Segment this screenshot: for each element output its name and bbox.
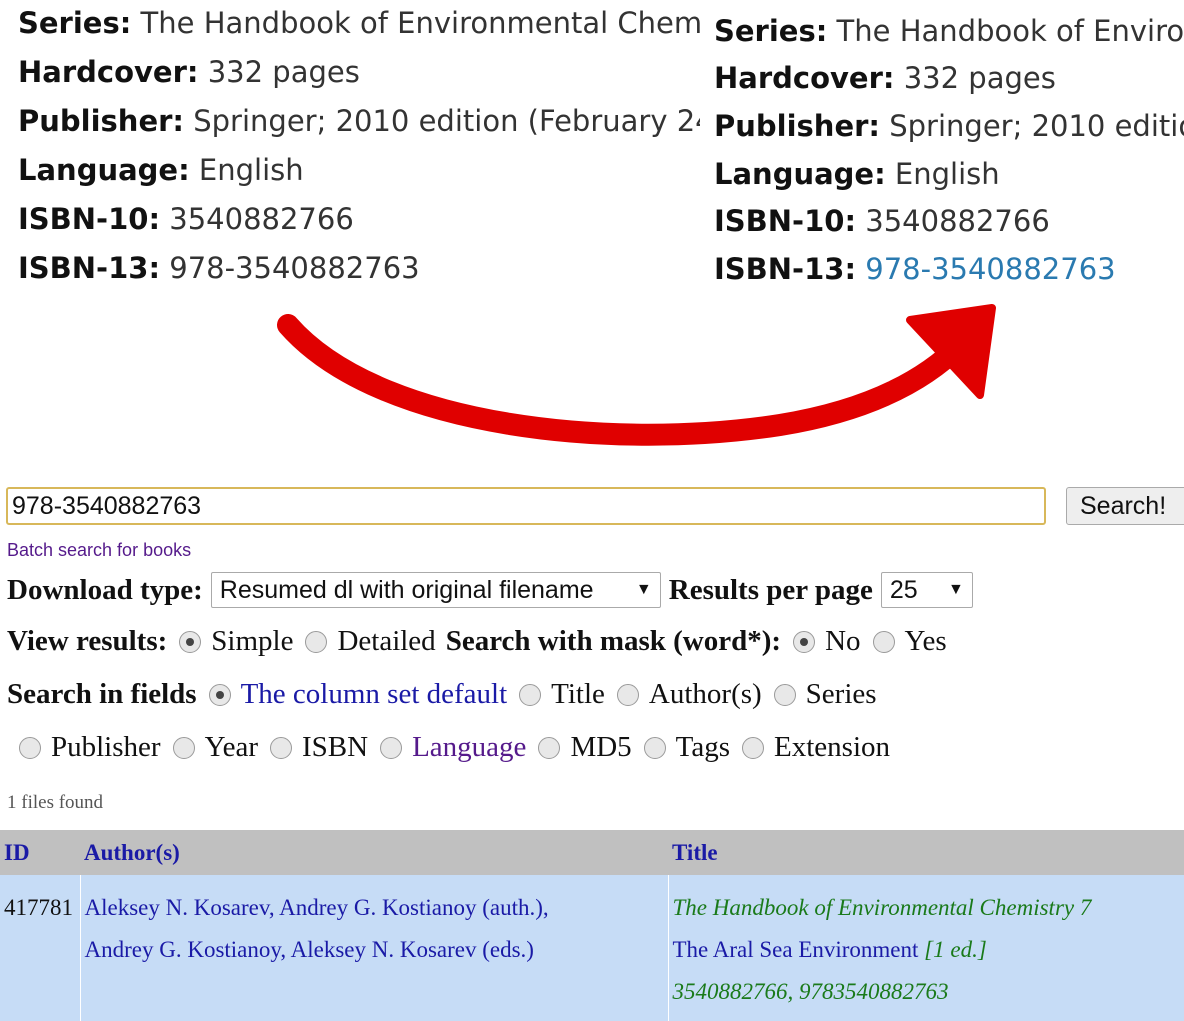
field-title-label: Title	[551, 678, 605, 710]
detail-isbn10: ISBN-10: 3540882766	[18, 202, 354, 236]
radio-view-simple[interactable]	[179, 630, 202, 653]
results-table: ID Author(s) Title 417781 Aleksey N. Kos…	[0, 830, 1184, 1021]
field-publisher-label: Publisher	[51, 731, 161, 763]
radio-mask-no[interactable]	[793, 630, 816, 653]
isbn13-link[interactable]: 978-3540882763	[865, 252, 1115, 286]
book-details-left: Series: The Handbook of Environmental Ch…	[0, 0, 700, 300]
radio-field-language[interactable]	[380, 736, 403, 759]
download-options-row: Download type: Resumed dl with original …	[7, 572, 981, 608]
batch-search-link[interactable]: Batch search for books	[7, 540, 191, 561]
detail-series: Series: The Handbook of Environm	[714, 14, 1184, 48]
field-language-link[interactable]: Language	[412, 731, 526, 764]
mask-yes-label: Yes	[904, 625, 947, 657]
radio-field-title[interactable]	[519, 683, 542, 706]
radio-field-isbn[interactable]	[270, 736, 293, 759]
field-tags-label: Tags	[675, 731, 731, 763]
detail-hardcover: Hardcover: 332 pages	[714, 61, 1056, 95]
series-link[interactable]: The Handbook of Environmental Chemistry …	[673, 895, 1092, 920]
radio-field-year[interactable]	[172, 736, 195, 759]
detail-isbn13: ISBN-13: 978-3540882763	[714, 252, 1116, 286]
view-results-label: View results:	[7, 625, 168, 657]
col-header-id[interactable]: ID	[0, 830, 80, 875]
search-button[interactable]: Search!	[1066, 487, 1184, 525]
table-row: 417781 Aleksey N. Kosarev, Andrey G. Kos…	[0, 875, 1184, 1021]
detail-isbn13: ISBN-13: 978-3540882763	[18, 251, 420, 285]
detail-isbn10: ISBN-10: 3540882766	[714, 204, 1050, 238]
field-isbn-label: ISBN	[302, 731, 369, 763]
row-authors: Aleksey N. Kosarev, Andrey G. Kostianoy …	[79, 875, 668, 1021]
results-per-page-select[interactable]: 25 ▼	[880, 572, 973, 608]
radio-field-tags[interactable]	[643, 736, 666, 759]
detail-publisher: Publisher: Springer; 2010 edition (Febru…	[18, 104, 700, 138]
field-default-link[interactable]: The column set default	[241, 678, 508, 711]
detail-series: Series: The Handbook of Environmental Ch…	[18, 6, 700, 40]
col-header-authors[interactable]: Author(s)	[80, 830, 668, 875]
detail-language: Language: English	[714, 157, 1000, 191]
author-link-1[interactable]: Aleksey N. Kosarev, Andrey G. Kostianoy …	[85, 895, 549, 920]
radio-field-extension[interactable]	[742, 736, 765, 759]
row-title: The Handbook of Environmental Chemistry …	[667, 875, 1184, 1021]
radio-mask-yes[interactable]	[872, 630, 895, 653]
annotation-arrow	[277, 304, 996, 446]
search-fields-row: Search in fields The column set default …	[7, 678, 877, 711]
mask-no-label: No	[825, 625, 861, 657]
detail-hardcover: Hardcover: 332 pages	[18, 55, 360, 89]
isbn-list: 3540882766, 9783540882763	[672, 979, 949, 1004]
author-link-2[interactable]: Andrey G. Kostianoy, Aleksey N. Kosarev …	[85, 937, 534, 962]
download-type-select[interactable]: Resumed dl with original filename ▼	[210, 572, 661, 608]
edition-label: [1 ed.]	[924, 937, 987, 962]
radio-field-md5[interactable]	[538, 736, 561, 759]
search-fields-label: Search in fields	[7, 678, 197, 710]
search-fields-row-2: Publisher Year ISBN Language MD5 Tags Ex…	[7, 731, 890, 764]
field-year-label: Year	[204, 731, 259, 763]
view-simple-label: Simple	[211, 625, 294, 657]
row-id: 417781	[4, 895, 73, 920]
search-area: Search! Batch search for books Download …	[0, 470, 1184, 1021]
chevron-down-icon: ▼	[635, 581, 652, 598]
detail-publisher: Publisher: Springer; 2010 edition	[714, 109, 1184, 143]
book-details-right: Series: The Handbook of Environm Hardcov…	[700, 0, 1184, 300]
results-header-row: ID Author(s) Title	[0, 830, 1184, 875]
view-detailed-label: Detailed	[337, 625, 436, 657]
field-md5-label: MD5	[570, 731, 632, 763]
results-count: 1 files found	[7, 792, 104, 813]
radio-field-publisher[interactable]	[19, 736, 41, 759]
col-header-title[interactable]: Title	[668, 830, 1184, 875]
radio-field-series[interactable]	[773, 683, 796, 706]
title-link[interactable]: The Aral Sea Environment	[673, 937, 919, 962]
mask-label: Search with mask (word*):	[445, 625, 782, 657]
search-input[interactable]	[6, 487, 1046, 525]
view-results-row: View results: Simple Detailed Search wit…	[7, 625, 947, 658]
detail-language: Language: English	[18, 153, 304, 187]
results-per-page-label: Results per page	[668, 573, 873, 606]
field-extension-label: Extension	[774, 731, 891, 763]
chevron-down-icon: ▼	[948, 581, 964, 598]
field-authors-label: Author(s)	[648, 678, 762, 710]
field-series-label: Series	[805, 678, 877, 710]
download-type-label: Download type:	[7, 573, 203, 606]
radio-field-authors[interactable]	[616, 683, 639, 706]
radio-field-default[interactable]	[208, 683, 231, 706]
radio-view-detailed[interactable]	[305, 630, 328, 653]
